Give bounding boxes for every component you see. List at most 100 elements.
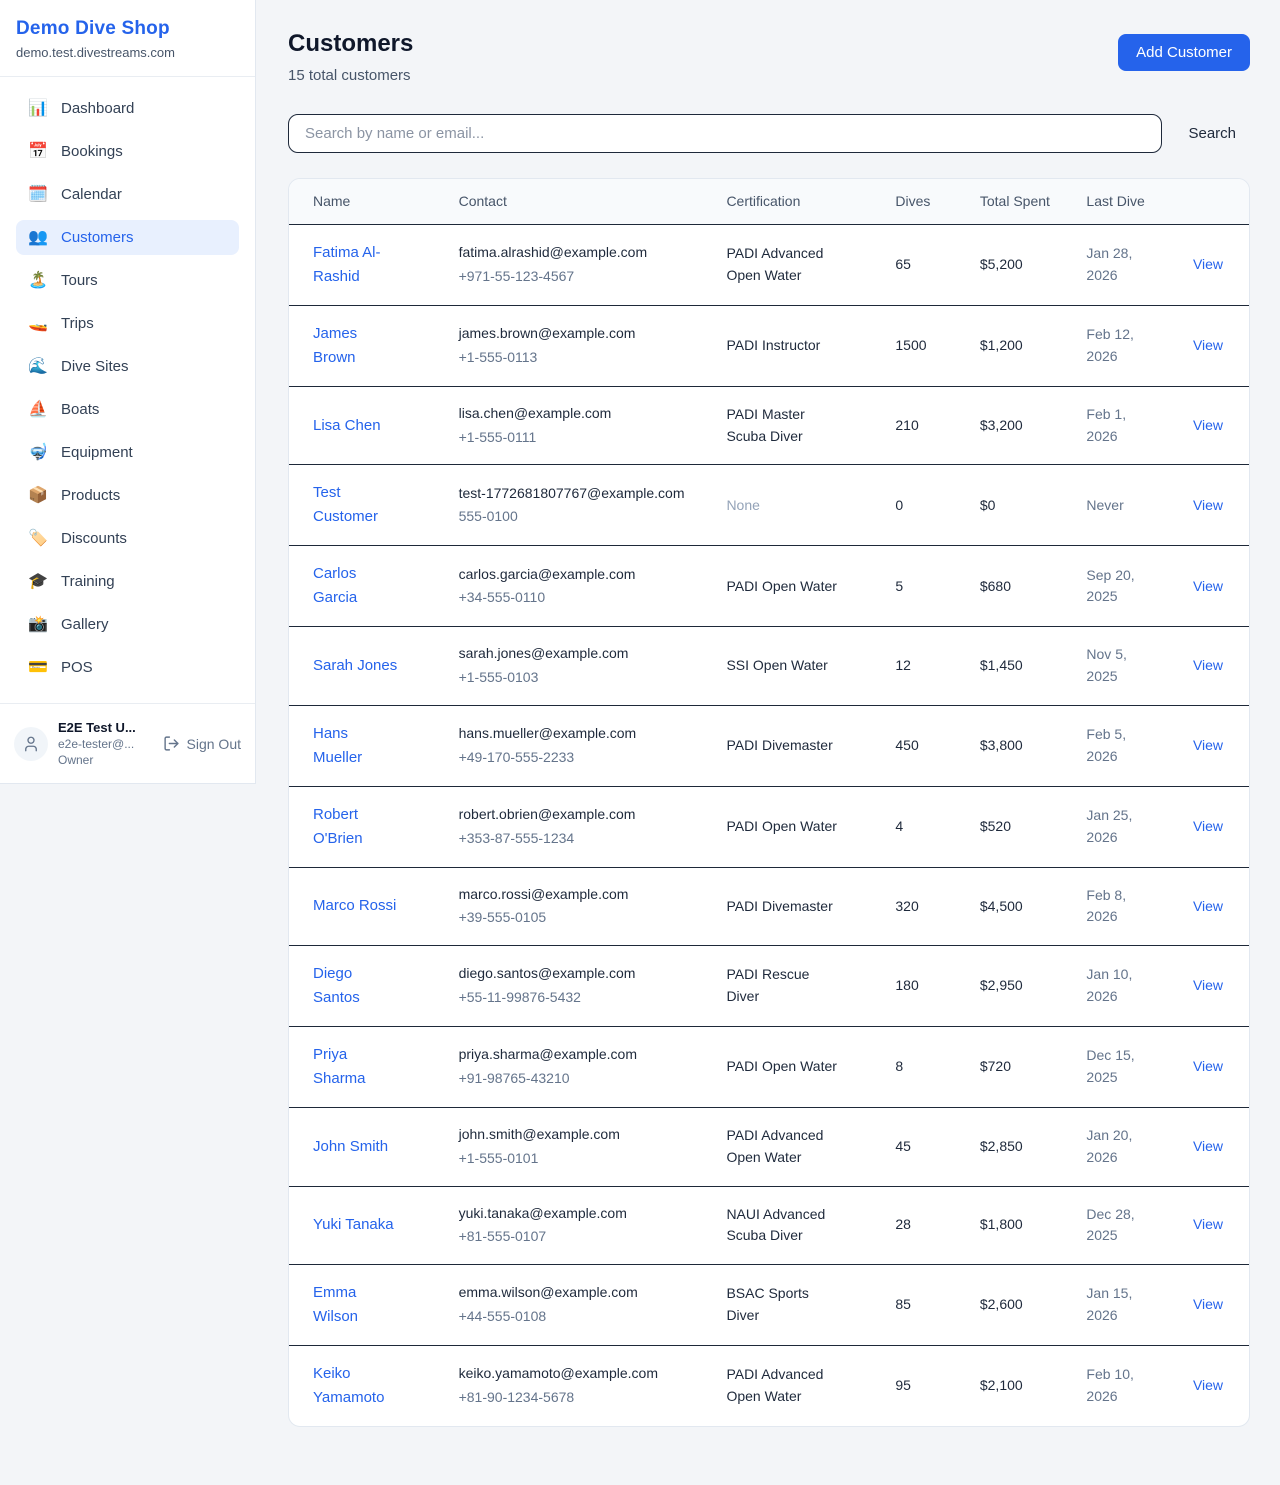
- table-header-row: Name Contact Certification Dives Total S…: [289, 179, 1249, 225]
- view-customer-link[interactable]: View: [1193, 1058, 1223, 1074]
- view-customer-link[interactable]: View: [1193, 657, 1223, 673]
- customer-name-cell: Marco Rossi: [289, 867, 443, 945]
- customer-name-link[interactable]: Yuki Tanaka: [313, 1213, 394, 1237]
- user-name: E2E Test U...: [58, 720, 153, 735]
- customer-last-dive-cell: Feb 1, 2026: [1070, 387, 1177, 465]
- view-customer-link[interactable]: View: [1193, 1377, 1223, 1393]
- search-input[interactable]: [288, 114, 1162, 153]
- customer-last-dive-cell: Jan 10, 2026: [1070, 946, 1177, 1027]
- sidebar-item-dive-sites[interactable]: 🌊Dive Sites: [16, 349, 239, 384]
- customer-name-link[interactable]: James Brown: [313, 322, 401, 370]
- table-row: James Brownjames.brown@example.com+1-555…: [289, 306, 1249, 387]
- view-customer-link[interactable]: View: [1193, 1138, 1223, 1154]
- camera-icon: 📸: [28, 617, 48, 633]
- customer-certification-cell: PADI Advanced Open Water: [710, 225, 879, 306]
- table-row: John Smithjohn.smith@example.com+1-555-0…: [289, 1108, 1249, 1186]
- sidebar-item-trips[interactable]: 🚤Trips: [16, 306, 239, 341]
- view-customer-link[interactable]: View: [1193, 737, 1223, 753]
- sidebar-item-gallery[interactable]: 📸Gallery: [16, 607, 239, 642]
- sidebar-item-training[interactable]: 🎓Training: [16, 564, 239, 599]
- customer-last-dive-cell: Feb 10, 2026: [1070, 1345, 1177, 1426]
- search-button[interactable]: Search: [1174, 117, 1250, 150]
- customer-name-cell: Sarah Jones: [289, 627, 443, 705]
- sidebar-item-dashboard[interactable]: 📊Dashboard: [16, 91, 239, 126]
- customer-table-body: Fatima Al-Rashidfatima.alrashid@example.…: [289, 225, 1249, 1426]
- customer-name-link[interactable]: Hans Mueller: [313, 722, 401, 770]
- view-customer-link[interactable]: View: [1193, 417, 1223, 433]
- sidebar-item-bookings[interactable]: 📅Bookings: [16, 134, 239, 169]
- table-row: Keiko Yamamotokeiko.yamamoto@example.com…: [289, 1345, 1249, 1426]
- customer-total-spent-cell: $1,200: [964, 306, 1071, 387]
- sidebar-item-equipment[interactable]: 🤿Equipment: [16, 435, 239, 470]
- customer-email: john.smith@example.com: [459, 1124, 695, 1146]
- customer-last-dive: Sep 20, 2025: [1086, 565, 1156, 608]
- sidebar-item-label: Tours: [61, 272, 98, 289]
- sidebar-item-products[interactable]: 📦Products: [16, 478, 239, 513]
- customer-phone: +44-555-0108: [459, 1306, 695, 1328]
- view-customer-link[interactable]: View: [1193, 1296, 1223, 1312]
- view-customer-link[interactable]: View: [1193, 898, 1223, 914]
- sidebar-item-boats[interactable]: ⛵Boats: [16, 392, 239, 427]
- customer-email: marco.rossi@example.com: [459, 884, 695, 906]
- sidebar: Demo Dive Shop demo.test.divestreams.com…: [0, 0, 256, 784]
- customer-phone: +1-555-0113: [459, 347, 695, 369]
- customer-name-link[interactable]: Robert O'Brien: [313, 803, 401, 851]
- customer-phone: +81-90-1234-5678: [459, 1387, 695, 1409]
- customer-certification-cell: PADI Instructor: [710, 306, 879, 387]
- customer-name-link[interactable]: Sarah Jones: [313, 654, 397, 678]
- customer-phone: +39-555-0105: [459, 907, 695, 929]
- sidebar-item-pos[interactable]: 💳POS: [16, 650, 239, 685]
- customer-actions-cell: View: [1177, 867, 1249, 945]
- log-out-icon: [163, 735, 180, 752]
- page-header: Customers 15 total customers Add Custome…: [288, 30, 1250, 84]
- sidebar-item-label: Dive Sites: [61, 358, 129, 375]
- customer-dives-cell: 28: [879, 1186, 963, 1264]
- sidebar-user-section: E2E Test U... e2e-tester@... Owner Sign …: [0, 703, 255, 783]
- customer-name-link[interactable]: Emma Wilson: [313, 1281, 401, 1329]
- spiral-calendar-icon: 🗓️: [28, 187, 48, 203]
- sidebar-item-tours[interactable]: 🏝️Tours: [16, 263, 239, 298]
- customer-name-link[interactable]: Test Customer: [313, 481, 401, 529]
- customer-name-link[interactable]: Keiko Yamamoto: [313, 1362, 401, 1410]
- customer-contact-cell: hans.mueller@example.com+49-170-555-2233: [443, 705, 711, 786]
- customer-total-spent-cell: $2,100: [964, 1345, 1071, 1426]
- shop-domain: demo.test.divestreams.com: [16, 45, 239, 60]
- view-customer-link[interactable]: View: [1193, 977, 1223, 993]
- customer-name-link[interactable]: Priya Sharma: [313, 1043, 401, 1091]
- view-customer-link[interactable]: View: [1193, 578, 1223, 594]
- view-customer-link[interactable]: View: [1193, 497, 1223, 513]
- add-customer-button[interactable]: Add Customer: [1118, 34, 1250, 71]
- customer-name-link[interactable]: Marco Rossi: [313, 894, 396, 918]
- customer-phone: +1-555-0111: [459, 427, 695, 449]
- sidebar-item-discounts[interactable]: 🏷️Discounts: [16, 521, 239, 556]
- customer-last-dive-cell: Jan 20, 2026: [1070, 1108, 1177, 1186]
- sidebar-item-calendar[interactable]: 🗓️Calendar: [16, 177, 239, 212]
- customer-last-dive-cell: Dec 15, 2025: [1070, 1027, 1177, 1108]
- customer-name-link[interactable]: Lisa Chen: [313, 414, 381, 438]
- view-customer-link[interactable]: View: [1193, 818, 1223, 834]
- customer-certification: PADI Master Scuba Diver: [726, 404, 838, 447]
- customer-name-link[interactable]: Fatima Al-Rashid: [313, 241, 401, 289]
- customer-name-link[interactable]: John Smith: [313, 1135, 388, 1159]
- sidebar-item-customers[interactable]: 👥Customers: [16, 220, 239, 255]
- customer-contact-cell: marco.rossi@example.com+39-555-0105: [443, 867, 711, 945]
- customer-certification-cell: PADI Advanced Open Water: [710, 1108, 879, 1186]
- customer-email: carlos.garcia@example.com: [459, 564, 695, 586]
- customer-last-dive-cell: Feb 5, 2026: [1070, 705, 1177, 786]
- customer-name-link[interactable]: Diego Santos: [313, 962, 401, 1010]
- customer-last-dive: Feb 5, 2026: [1086, 724, 1156, 767]
- customer-name-cell: Keiko Yamamoto: [289, 1345, 443, 1426]
- table-row: Yuki Tanakayuki.tanaka@example.com+81-55…: [289, 1186, 1249, 1264]
- search-row: Search: [288, 114, 1250, 153]
- view-customer-link[interactable]: View: [1193, 337, 1223, 353]
- customer-last-dive-cell: Feb 8, 2026: [1070, 867, 1177, 945]
- speedboat-icon: 🚤: [28, 316, 48, 332]
- view-customer-link[interactable]: View: [1193, 256, 1223, 272]
- view-customer-link[interactable]: View: [1193, 1216, 1223, 1232]
- customer-email: sarah.jones@example.com: [459, 643, 695, 665]
- sign-out-button[interactable]: Sign Out: [163, 735, 241, 752]
- table-row: Diego Santosdiego.santos@example.com+55-…: [289, 946, 1249, 1027]
- customer-name-link[interactable]: Carlos Garcia: [313, 562, 401, 610]
- sidebar-item-label: Bookings: [61, 143, 123, 160]
- sidebar-nav: 📊Dashboard 📅Bookings 🗓️Calendar 👥Customers 🏝…: [0, 77, 255, 703]
